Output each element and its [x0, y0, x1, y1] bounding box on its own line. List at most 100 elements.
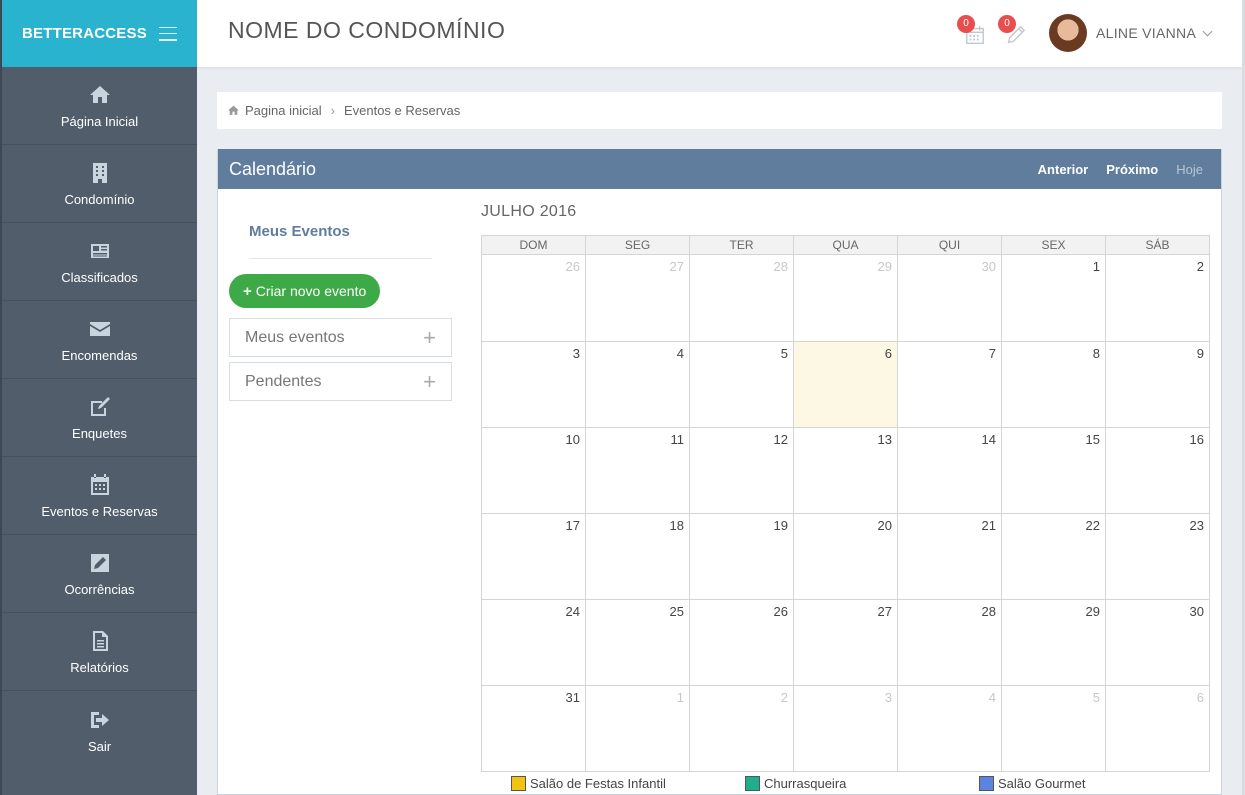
calendar-day[interactable]: 5 — [1001, 685, 1106, 772]
calendar-day[interactable]: 7 — [897, 341, 1002, 428]
calendar-day[interactable]: 3 — [793, 685, 898, 772]
calendar-day[interactable]: 11 — [585, 427, 690, 514]
document-icon — [87, 628, 113, 654]
calendar-day[interactable]: 19 — [689, 513, 794, 600]
envelope-icon — [87, 316, 113, 342]
home-icon — [228, 105, 239, 115]
weekday-header: SÁB — [1105, 235, 1210, 255]
calendar-day[interactable]: 14 — [897, 427, 1002, 514]
accordion-pendentes[interactable]: Pendentes + — [229, 362, 452, 401]
sidebar-item-label: Eventos e Reservas — [41, 504, 158, 519]
legend-label: Churrasqueira — [764, 776, 847, 791]
brand-logo[interactable]: BETTERACCESS — [22, 25, 147, 42]
legend-label: Salão Gourmet — [998, 776, 1086, 791]
topbar: NOME DO CONDOMÍNIO 0 0 ALINE VIANNA — [197, 0, 1242, 67]
sidebar-item-label: Condomínio — [64, 192, 135, 207]
calendar-day[interactable]: 22 — [1001, 513, 1106, 600]
legend-swatch — [745, 776, 760, 791]
legend: Salão de Festas Infantil Churrasqueira Sal… — [511, 776, 1129, 791]
sidebar-item-label: Enquetes — [72, 426, 127, 441]
calendar-notification-button[interactable]: 0 — [957, 15, 988, 46]
accordion-label: Meus eventos — [245, 328, 345, 346]
sidebar-item-condominio[interactable]: Condomínio — [2, 145, 197, 223]
avatar — [1049, 14, 1087, 52]
calendar-day[interactable]: 27 — [793, 599, 898, 686]
calendar-day[interactable]: 15 — [1001, 427, 1106, 514]
calendar-day[interactable]: 20 — [793, 513, 898, 600]
calendar-day[interactable]: 4 — [897, 685, 1002, 772]
calendar-day[interactable]: 21 — [897, 513, 1002, 600]
sidebar-item-enquetes[interactable]: Enquetes — [2, 379, 197, 457]
next-button[interactable]: Próximo — [1106, 162, 1158, 177]
sidebar-item-encomendas[interactable]: Encomendas — [2, 301, 197, 379]
calendar-day[interactable]: 3 — [481, 341, 586, 428]
accordion-label: Pendentes — [245, 372, 322, 390]
calendar-day[interactable]: 24 — [481, 599, 586, 686]
sidebar-item-eventos-reservas[interactable]: Eventos e Reservas — [2, 457, 197, 535]
menu-toggle-icon[interactable] — [159, 26, 177, 41]
prev-button[interactable]: Anterior — [1038, 162, 1089, 177]
user-menu[interactable]: ALINE VIANNA — [1049, 14, 1213, 52]
calendar-day[interactable]: 29 — [793, 254, 898, 342]
calendar-day[interactable]: 2 — [689, 685, 794, 772]
create-event-button[interactable]: + Criar novo evento — [229, 274, 381, 308]
sidebar-item-pagina-inicial[interactable]: Página Inicial — [2, 67, 197, 145]
plus-icon: + — [243, 282, 252, 300]
calendar-day[interactable]: 27 — [585, 254, 690, 342]
edit-notification-button[interactable]: 0 — [998, 15, 1029, 46]
sidebar-item-classificados[interactable]: Classificados — [2, 223, 197, 301]
calendar-day[interactable]: 26 — [689, 599, 794, 686]
calendar-day[interactable]: 8 — [1001, 341, 1106, 428]
calendar-day[interactable]: 5 — [689, 341, 794, 428]
calendar-day[interactable]: 28 — [689, 254, 794, 342]
events-sidebar: Meus Eventos + Criar novo evento Meus ev… — [229, 189, 453, 401]
calendar-day[interactable]: 25 — [585, 599, 690, 686]
calendar-day[interactable]: 17 — [481, 513, 586, 600]
calendar-day[interactable]: 1 — [585, 685, 690, 772]
sidebar-item-label: Relatórios — [70, 660, 129, 675]
sidebar-item-label: Encomendas — [61, 348, 138, 363]
chevron-down-icon — [1202, 26, 1213, 36]
calendar-day[interactable]: 28 — [897, 599, 1002, 686]
calendar-day[interactable]: 16 — [1105, 427, 1210, 514]
calendar-day[interactable]: 13 — [793, 427, 898, 514]
building-icon — [87, 160, 113, 186]
sidebar-item-relatorios[interactable]: Relatórios — [2, 613, 197, 691]
calendar-day[interactable]: 23 — [1105, 513, 1210, 600]
legend-swatch — [979, 776, 994, 791]
sidebar-item-label: Classificados — [61, 270, 138, 285]
calendar-day[interactable]: 1 — [1001, 254, 1106, 342]
page-title: NOME DO CONDOMÍNIO — [228, 17, 506, 43]
calendar-day[interactable]: 4 — [585, 341, 690, 428]
calendar-day[interactable]: 31 — [481, 685, 586, 772]
legend-item: Salão Gourmet — [979, 776, 1129, 791]
calendar-week-row: 24 25 26 27 28 29 30 — [481, 599, 1210, 686]
breadcrumb: Pagina inicial › Eventos e Reservas — [217, 92, 1222, 129]
calendar-nav: Anterior Próximo Hoje — [1020, 162, 1203, 177]
legend-swatch — [511, 776, 526, 791]
sidebar-item-ocorrencias[interactable]: Ocorrências — [2, 535, 197, 613]
calendar-day[interactable]: 10 — [481, 427, 586, 514]
sidebar-item-sair[interactable]: Sair — [2, 691, 197, 769]
calendar-day[interactable]: 29 — [1001, 599, 1106, 686]
calendar-day[interactable]: 9 — [1105, 341, 1210, 428]
calendar-day[interactable]: 18 — [585, 513, 690, 600]
calendar-week-row: 17 18 19 20 21 22 23 — [481, 513, 1210, 600]
calendar-day[interactable]: 30 — [897, 254, 1002, 342]
calendar-day[interactable]: 30 — [1105, 599, 1210, 686]
calendar-day[interactable]: 12 — [689, 427, 794, 514]
create-event-label: Criar novo evento — [255, 283, 367, 299]
sidebar-item-label: Sair — [87, 738, 112, 754]
sidebar: BETTERACCESS Página Inicial Condomínio C… — [0, 0, 197, 795]
weekday-header: QUI — [897, 235, 1002, 255]
breadcrumb-home-link[interactable]: Pagina inicial — [245, 103, 322, 118]
calendar-day-today[interactable]: 6 — [793, 341, 898, 428]
edit-icon — [87, 394, 113, 420]
calendar-day[interactable]: 6 — [1105, 685, 1210, 772]
calendar-grid: DOM SEG TER QUA QUI SEX SÁB 26 27 28 29 30 1 2 3 4 5 6 7 8… — [481, 235, 1210, 772]
accordion-meus-eventos[interactable]: Meus eventos + — [229, 318, 452, 357]
calendar-day[interactable]: 2 — [1105, 254, 1210, 342]
calendar-day[interactable]: 26 — [481, 254, 586, 342]
today-button[interactable]: Hoje — [1176, 162, 1203, 177]
sidebar-item-label: Ocorrências — [64, 582, 135, 597]
